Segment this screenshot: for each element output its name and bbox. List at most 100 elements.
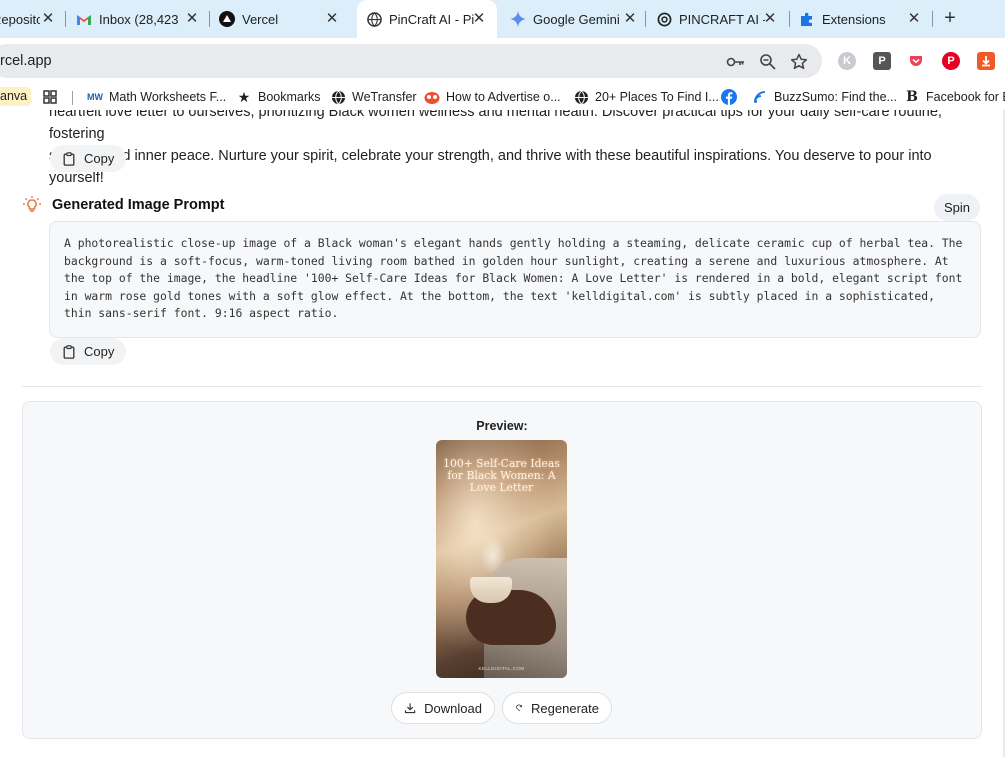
- bookmarks-bar: anva MW Math Worksheets F... ★ Bookmarks…: [0, 84, 1005, 110]
- tab-google-gemini[interactable]: Google Gemini ✕: [500, 0, 644, 38]
- tab-title: Reposito: [0, 11, 40, 27]
- tab-title: Vercel: [242, 11, 279, 27]
- facebook-icon: [721, 89, 737, 105]
- star-icon: ★: [237, 88, 251, 105]
- prompt-box: A photorealistic close-up image of a Bla…: [49, 221, 981, 338]
- puzzle-icon: [799, 11, 815, 27]
- clipboard-icon: [63, 151, 75, 166]
- bookmark-math-worksheets[interactable]: MW Math Worksheets F...: [87, 88, 226, 106]
- merriam-webster-icon: MW: [87, 92, 103, 102]
- close-icon[interactable]: ✕: [622, 11, 638, 27]
- bookmark-bookmarks[interactable]: ★ Bookmarks: [236, 88, 321, 106]
- download-extension-icon[interactable]: [977, 52, 995, 70]
- extension-p-icon[interactable]: P: [873, 52, 891, 70]
- copy-label: Copy: [84, 344, 115, 359]
- pinterest-icon[interactable]: P: [942, 52, 960, 70]
- tab-title: PinCraft AI - Pi: [389, 11, 475, 27]
- globe-icon: [330, 89, 346, 105]
- pocket-icon[interactable]: [907, 52, 925, 70]
- apps-grid-icon[interactable]: [43, 88, 57, 106]
- tab-separator: [645, 11, 646, 27]
- tab-separator: [65, 11, 66, 27]
- tab-inbox[interactable]: Inbox (28,423) ✕: [70, 0, 208, 38]
- tab-separator: [209, 11, 210, 27]
- bookmark-how-to-advertise[interactable]: How to Advertise o...: [424, 88, 561, 106]
- copy-label: Copy: [84, 151, 115, 166]
- gemini-icon: [510, 11, 526, 27]
- lightbulb-icon: [23, 196, 41, 212]
- openai-icon: [656, 11, 672, 27]
- download-icon: [404, 703, 416, 714]
- bookmark-label: 20+ Places To Find I...: [595, 90, 719, 104]
- bookmarks-separator: [72, 91, 73, 105]
- bookmark-label: Bookmarks: [258, 90, 321, 104]
- globe-icon: [573, 89, 589, 105]
- close-icon[interactable]: ✕: [40, 11, 56, 27]
- spin-button[interactable]: Spin: [934, 194, 980, 221]
- preview-card: Preview: 100+ Self-Care Ideas for Black …: [22, 401, 982, 739]
- bookmark-label: Facebook for Bu: [926, 90, 1005, 104]
- bookmark-label: Math Worksheets F...: [109, 90, 227, 104]
- tab-strip: Reposito ✕ Inbox (28,423) ✕ Vercel ✕ Pin…: [0, 0, 1005, 38]
- pin-preview-image: 100+ Self-Care Ideas for Black Women: A …: [436, 440, 567, 678]
- download-button[interactable]: Download: [391, 692, 495, 724]
- description-line-2: self love and inner peace. Nurture your …: [49, 148, 932, 186]
- address-bar[interactable]: rcel.app: [0, 44, 822, 78]
- tab-pincraft-active[interactable]: PinCraft AI - Pi ✕: [357, 0, 497, 38]
- b-letter-icon: B: [906, 89, 918, 105]
- profile-k-icon[interactable]: K: [838, 52, 856, 70]
- close-icon[interactable]: ✕: [471, 11, 487, 27]
- generated-image-prompt-header: Generated Image Prompt: [22, 194, 224, 216]
- tab-repository[interactable]: Reposito ✕: [0, 0, 64, 38]
- bookmark-label: How to Advertise o...: [446, 90, 561, 104]
- regenerate-icon: [516, 704, 523, 712]
- regenerate-label: Regenerate: [531, 700, 599, 716]
- vercel-icon: [219, 11, 235, 27]
- page-content: heartfelt love letter to ourselves, prio…: [0, 110, 1005, 757]
- prompt-text: A photorealistic close-up image of a Bla…: [64, 236, 963, 320]
- bookmark-wetransfer[interactable]: WeTransfer: [330, 88, 417, 106]
- bookmark-label: BuzzSumo: Find the...: [774, 90, 897, 104]
- url-text: rcel.app: [0, 53, 52, 69]
- tab-title: Google Gemini: [533, 11, 620, 27]
- browser-toolbar: rcel.app K P P: [0, 38, 1005, 84]
- close-icon[interactable]: ✕: [762, 11, 778, 27]
- bookmark-facebook-for-business[interactable]: B Facebook for Bu: [904, 88, 1005, 106]
- bookmark-label: WeTransfer: [352, 90, 417, 104]
- close-icon[interactable]: ✕: [184, 11, 200, 27]
- preview-label: Preview:: [476, 419, 528, 433]
- tab-vercel[interactable]: Vercel ✕: [212, 0, 354, 38]
- buzzsumo-icon: [752, 89, 768, 105]
- copy-description-button[interactable]: Copy: [50, 145, 127, 172]
- tab-separator: [789, 11, 790, 27]
- bookmark-facebook[interactable]: [721, 88, 743, 106]
- owl-icon: [424, 89, 440, 105]
- tab-title: Extensions: [822, 11, 886, 27]
- password-key-icon[interactable]: [726, 53, 744, 71]
- description-text: heartfelt love letter to ourselves, prio…: [49, 110, 979, 189]
- bookmark-star-icon[interactable]: [790, 53, 808, 71]
- copy-prompt-button[interactable]: Copy: [50, 338, 127, 365]
- section-title: Generated Image Prompt: [52, 197, 225, 213]
- description-line-1: heartfelt love letter to ourselves, prio…: [49, 110, 942, 142]
- download-label: Download: [424, 700, 482, 716]
- tab-separator: [932, 11, 933, 27]
- tab-title: PINCRAFT AI -: [679, 11, 765, 27]
- bookmark-canva[interactable]: anva: [0, 87, 32, 106]
- pin-footer: KELLDIGITAL.COM: [478, 666, 525, 671]
- tab-extensions[interactable]: Extensions ✕: [792, 0, 930, 38]
- gmail-icon: [76, 11, 92, 27]
- new-tab-button[interactable]: +: [940, 8, 960, 30]
- globe-icon: [366, 11, 382, 27]
- close-icon[interactable]: ✕: [906, 11, 922, 27]
- section-divider: [22, 386, 982, 387]
- clipboard-icon: [63, 344, 75, 359]
- regenerate-button[interactable]: Regenerate: [502, 692, 612, 724]
- tab-title: Inbox (28,423): [99, 11, 179, 27]
- bookmark-buzzsumo[interactable]: BuzzSumo: Find the...: [752, 88, 897, 106]
- tab-pincraft-ai[interactable]: PINCRAFT AI - ✕: [648, 0, 788, 38]
- pin-headline: 100+ Self-Care Ideas for Black Women: A …: [443, 457, 560, 494]
- bookmark-20-places[interactable]: 20+ Places To Find I...: [573, 88, 719, 106]
- close-icon[interactable]: ✕: [324, 11, 340, 27]
- zoom-icon[interactable]: [759, 53, 777, 71]
